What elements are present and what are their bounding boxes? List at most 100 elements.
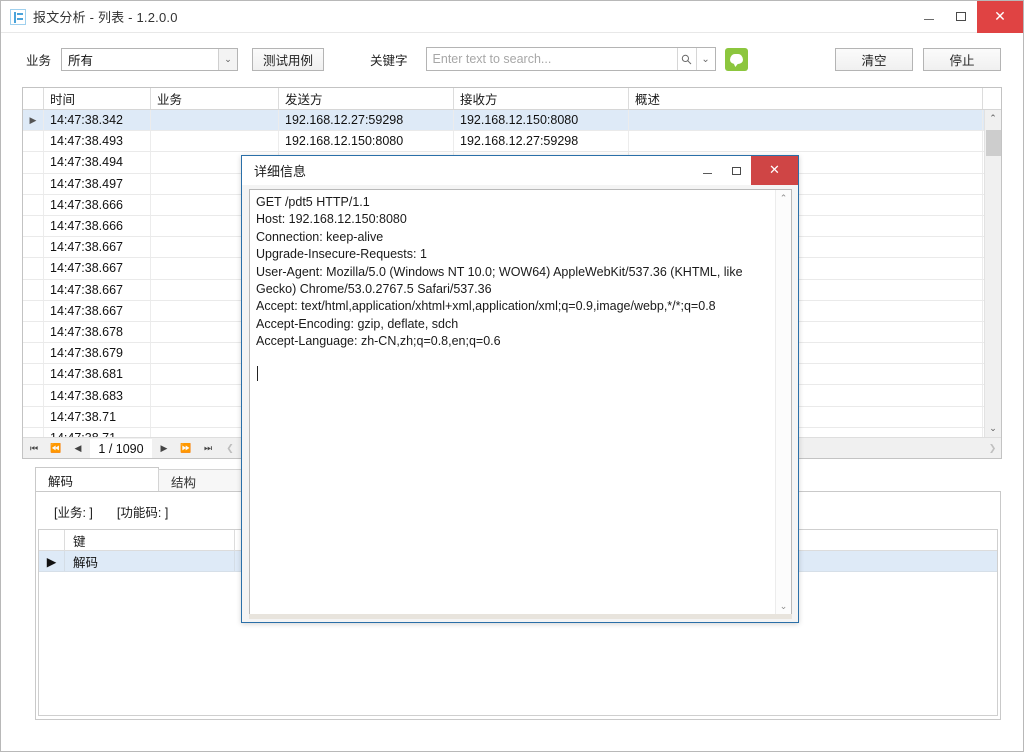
dialog-message-text: GET /pdt5 HTTP/1.1 Host: 192.168.12.150:… xyxy=(256,195,743,349)
tab-decode[interactable]: 解码 xyxy=(35,467,159,492)
cell-sender: 192.168.12.150:8080 xyxy=(279,131,454,152)
stop-button[interactable]: 停止 xyxy=(923,47,1001,71)
speech-bubble-icon[interactable] xyxy=(724,47,748,71)
detail-dialog: 详细信息 ✕ GET /pdt5 HTTP/1.1 Host: 192.168.… xyxy=(241,155,799,623)
hscroll-right-icon[interactable]: ❯ xyxy=(984,438,1001,458)
cell-time: 14:47:38.497 xyxy=(44,173,151,194)
business-label: 业务 xyxy=(26,53,52,68)
row-indicator-icon xyxy=(23,215,44,237)
row-indicator-icon xyxy=(23,300,44,321)
cell-time: 14:47:38.667 xyxy=(44,258,151,279)
dialog-title: 详细信息 xyxy=(254,164,307,179)
clear-button[interactable]: 清空 xyxy=(835,47,913,71)
cell-time: 14:47:38.678 xyxy=(44,321,151,343)
cell-time: 14:47:38.342 xyxy=(44,110,151,131)
search-input[interactable] xyxy=(426,49,677,69)
scroll-down-icon[interactable]: ⌄ xyxy=(985,420,1001,437)
row-indicator-icon xyxy=(23,194,44,215)
row-indicator-icon: ▶ xyxy=(39,551,65,571)
maximize-icon xyxy=(956,12,966,21)
minimize-icon xyxy=(924,19,934,20)
pager-extra-button[interactable]: ❮ xyxy=(219,439,241,459)
search-dropdown-icon[interactable]: ⌄ xyxy=(695,48,715,70)
close-icon: ✕ xyxy=(994,8,1006,25)
first-page-button[interactable]: ⏮ xyxy=(23,439,45,459)
row-indicator-icon xyxy=(23,152,44,173)
cell-sender: 192.168.12.27:59298 xyxy=(279,110,454,131)
grid-header-receiver[interactable]: 接收方 xyxy=(454,88,629,109)
cell-time: 14:47:38.493 xyxy=(44,131,151,152)
business-select-value: 所有 xyxy=(68,53,94,68)
app-logo-icon xyxy=(10,8,26,25)
dialog-content-area[interactable]: GET /pdt5 HTTP/1.1 Host: 192.168.12.150:… xyxy=(249,189,792,615)
grid-header-business[interactable]: 业务 xyxy=(151,88,279,109)
cell-summary xyxy=(629,131,983,152)
dialog-close-button[interactable]: ✕ xyxy=(751,156,798,185)
dialog-vertical-scrollbar[interactable]: ⌃ ⌄ xyxy=(775,190,791,614)
grid-header-summary[interactable]: 概述 xyxy=(629,88,983,109)
dialog-title-bar: 详细信息 ✕ xyxy=(242,156,798,185)
grid-header-time[interactable]: 时间 xyxy=(44,88,151,109)
toolbar-right-group: 清空 停止 xyxy=(825,47,1001,71)
cell-receiver: 192.168.12.27:59298 xyxy=(454,131,629,152)
application-window: 报文分析 - 列表 - 1.2.0.0 ✕ 业务 所有 ⌄ 测试用例 关键字 ⌄ xyxy=(0,0,1024,752)
dialog-maximize-button[interactable] xyxy=(722,156,751,185)
table-row[interactable]: ▶ 14:47:38.342 192.168.12.27:59298 192.168.… xyxy=(23,110,1001,132)
dialog-minimize-button[interactable] xyxy=(693,156,722,185)
next-jump-button[interactable]: ⏩ xyxy=(175,439,197,459)
scroll-thumb[interactable] xyxy=(986,130,1001,156)
grid-vertical-scrollbar[interactable]: ⌃ ⌄ xyxy=(984,110,1001,437)
row-indicator-icon xyxy=(23,279,44,300)
row-indicator-icon xyxy=(23,131,44,152)
page-position: 1 / 1090 xyxy=(90,439,152,458)
keyword-label: 关键字 xyxy=(370,53,408,68)
text-caret xyxy=(257,366,258,381)
dialog-scroll-up-icon[interactable]: ⌃ xyxy=(776,190,791,206)
close-button[interactable]: ✕ xyxy=(977,1,1023,33)
search-icon[interactable] xyxy=(676,48,696,70)
test-case-button[interactable]: 测试用例 xyxy=(252,47,325,71)
next-page-button[interactable]: ▶ xyxy=(153,439,175,459)
scroll-up-icon[interactable]: ⌃ xyxy=(985,110,1001,127)
business-select[interactable]: 所有 ⌄ xyxy=(61,47,239,71)
search-glyph xyxy=(681,54,692,64)
row-indicator-icon xyxy=(23,173,44,194)
cell-receiver: 192.168.12.150:8080 xyxy=(454,110,629,131)
row-indicator-icon xyxy=(23,427,44,437)
meta-business: [业务: ] xyxy=(54,506,93,520)
cell-time: 14:47:38.679 xyxy=(44,343,151,364)
grid-header-filler xyxy=(983,88,1001,109)
cell-time: 14:47:38.683 xyxy=(44,385,151,406)
cell-time: 14:47:38.71 xyxy=(44,427,151,437)
chevron-down-icon[interactable]: ⌄ xyxy=(218,48,238,70)
toolbar: 业务 所有 ⌄ 测试用例 关键字 ⌄ 清空 停止 xyxy=(1,34,1023,84)
row-indicator-icon xyxy=(23,385,44,406)
row-indicator-icon xyxy=(23,258,44,279)
maximize-button[interactable] xyxy=(945,1,977,33)
cell-time: 14:47:38.667 xyxy=(44,237,151,258)
grid-header-indicator xyxy=(23,88,44,109)
search-box[interactable]: ⌄ xyxy=(425,47,716,71)
row-indicator-icon xyxy=(23,237,44,258)
minimize-button[interactable] xyxy=(913,1,945,33)
grid-header: 时间 业务 发送方 接收方 概述 xyxy=(23,88,1001,110)
meta-function-code: [功能码: ] xyxy=(116,506,169,520)
grid-header-sender[interactable]: 发送方 xyxy=(279,88,454,109)
window-title: 报文分析 - 列表 - 1.2.0.0 xyxy=(33,10,178,25)
close-icon: ✕ xyxy=(769,163,780,178)
dialog-scroll-down-icon[interactable]: ⌄ xyxy=(776,598,791,614)
dialog-bottom-strip xyxy=(249,614,792,619)
row-indicator-icon xyxy=(23,343,44,364)
table-row[interactable]: 14:47:38.493 192.168.12.150:8080 192.168.1… xyxy=(23,131,1001,153)
decode-header-key[interactable]: 键 xyxy=(65,530,235,550)
last-page-button[interactable]: ⏭ xyxy=(197,439,219,459)
cell-time: 14:47:38.681 xyxy=(44,364,151,385)
cell-business xyxy=(151,110,279,131)
cell-time: 14:47:38.667 xyxy=(44,300,151,321)
decode-row-key: 解码 xyxy=(65,551,235,571)
cell-time: 14:47:38.666 xyxy=(44,194,151,215)
bubble-glyph xyxy=(729,54,743,64)
maximize-icon xyxy=(732,166,741,175)
prev-page-button[interactable]: ◀ xyxy=(67,439,89,459)
prev-jump-button[interactable]: ⏪ xyxy=(45,439,67,459)
